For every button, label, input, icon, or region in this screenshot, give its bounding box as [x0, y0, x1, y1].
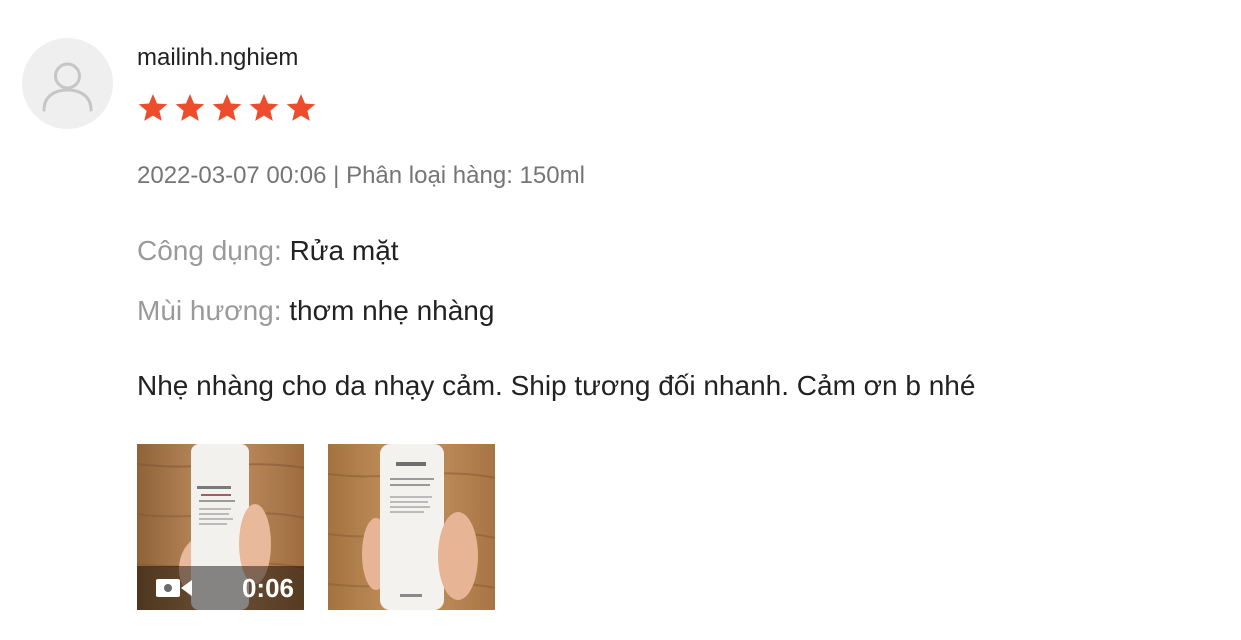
attribute-value: Rửa mặt: [289, 235, 399, 266]
rating-stars: [137, 92, 317, 124]
attribute-value: thơm nhẹ nhàng: [289, 295, 495, 326]
avatar[interactable]: [22, 38, 113, 129]
star-icon: [249, 94, 279, 121]
review-video-thumbnail[interactable]: 0:06: [137, 444, 304, 610]
star-icon: [138, 94, 168, 121]
attribute-label: Công dụng:: [137, 235, 282, 266]
review-comment: Nhẹ nhàng cho da nhạy cảm. Ship tương đố…: [137, 370, 976, 401]
attribute-label: Mùi hương:: [137, 295, 282, 326]
review-image-thumbnail[interactable]: [328, 444, 495, 610]
video-duration: 0:06: [241, 573, 294, 603]
product-photo: [328, 444, 495, 610]
star-icon: [212, 94, 242, 121]
reviewer-username[interactable]: mailinh.nghiem: [137, 43, 298, 73]
star-icon: [175, 94, 205, 121]
attribute-usage: Công dụng: Rửa mặt: [137, 233, 399, 269]
video-overlay-bar: 0:06: [137, 566, 304, 610]
review-meta: 2022-03-07 00:06 | Phân loại hàng: 150ml: [137, 162, 585, 189]
star-icon: [286, 94, 316, 121]
attribute-scent: Mùi hương: thơm nhẹ nhàng: [137, 293, 494, 329]
video-camera-icon: [156, 579, 192, 597]
user-placeholder-icon: [42, 62, 93, 112]
